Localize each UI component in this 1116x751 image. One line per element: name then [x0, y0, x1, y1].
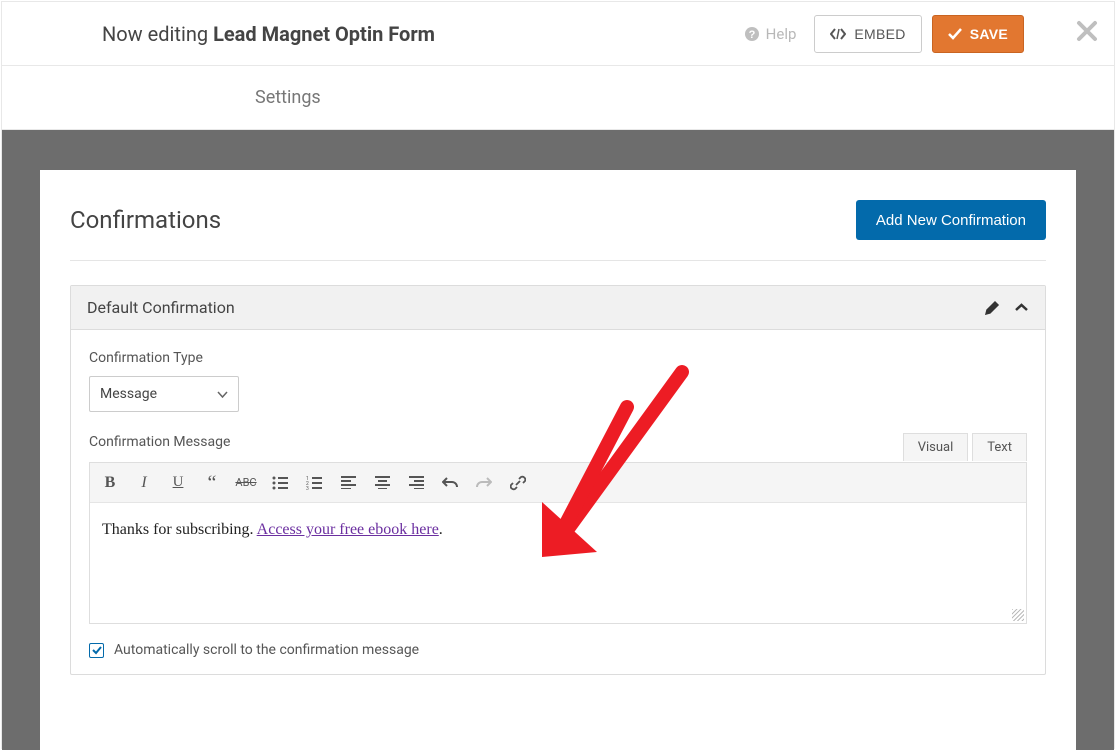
help-icon: ?: [744, 26, 760, 42]
editor-content[interactable]: Thanks for subscribing. Access your free…: [90, 503, 1026, 623]
align-left-icon[interactable]: [338, 473, 358, 493]
resize-grip[interactable]: [1012, 609, 1024, 621]
italic-icon[interactable]: I: [134, 473, 154, 493]
quote-icon[interactable]: “: [202, 473, 222, 493]
underline-icon[interactable]: U: [168, 473, 188, 493]
auto-scroll-label: Automatically scroll to the confirmation…: [114, 642, 419, 658]
numbered-list-icon[interactable]: 123: [304, 473, 324, 493]
editor-toolbar: B I U “ ABC 123: [90, 463, 1026, 503]
help-link[interactable]: ? Help: [744, 25, 797, 43]
svg-text:?: ?: [748, 29, 755, 41]
editing-prefix: Now editing: [102, 22, 208, 46]
help-label: Help: [766, 25, 797, 43]
editor-tab-text[interactable]: Text: [972, 433, 1027, 461]
page-title: Now editing Lead Magnet Optin Form: [102, 2, 744, 66]
align-center-icon[interactable]: [372, 473, 392, 493]
editor-tab-visual[interactable]: Visual: [903, 433, 969, 461]
align-right-icon[interactable]: [406, 473, 426, 493]
message-text-before: Thanks for subscribing.: [102, 521, 257, 538]
check-icon: [948, 28, 962, 40]
tab-settings[interactable]: Settings: [255, 87, 321, 108]
link-icon[interactable]: [508, 473, 528, 493]
strikethrough-icon[interactable]: ABC: [236, 473, 256, 493]
bold-icon[interactable]: B: [100, 473, 120, 493]
embed-label: EMBED: [854, 26, 905, 42]
form-name: Lead Magnet Optin Form: [213, 22, 435, 46]
undo-icon[interactable]: [440, 473, 460, 493]
save-label: SAVE: [970, 26, 1008, 42]
redo-icon[interactable]: [474, 473, 494, 493]
confirmation-type-value: Message: [100, 386, 157, 402]
message-text-after: .: [439, 521, 443, 538]
confirmation-name: Default Confirmation: [87, 298, 985, 317]
save-button[interactable]: SAVE: [932, 15, 1024, 53]
chevron-up-icon[interactable]: [1014, 300, 1029, 315]
chevron-down-icon: [217, 389, 228, 400]
close-icon[interactable]: [1076, 20, 1098, 42]
confirmation-type-label: Confirmation Type: [89, 350, 1027, 366]
add-confirmation-button[interactable]: Add New Confirmation: [856, 200, 1046, 240]
code-icon: [830, 27, 846, 41]
panel-title: Confirmations: [70, 206, 221, 234]
confirmation-message-label: Confirmation Message: [89, 434, 1027, 450]
pencil-icon[interactable]: [985, 300, 1000, 315]
auto-scroll-checkbox[interactable]: [89, 643, 104, 658]
confirmation-type-select[interactable]: Message: [89, 376, 239, 412]
embed-button[interactable]: EMBED: [814, 15, 921, 53]
message-link[interactable]: Access your free ebook here: [257, 521, 439, 538]
svg-text:3: 3: [306, 486, 309, 490]
bullet-list-icon[interactable]: [270, 473, 290, 493]
